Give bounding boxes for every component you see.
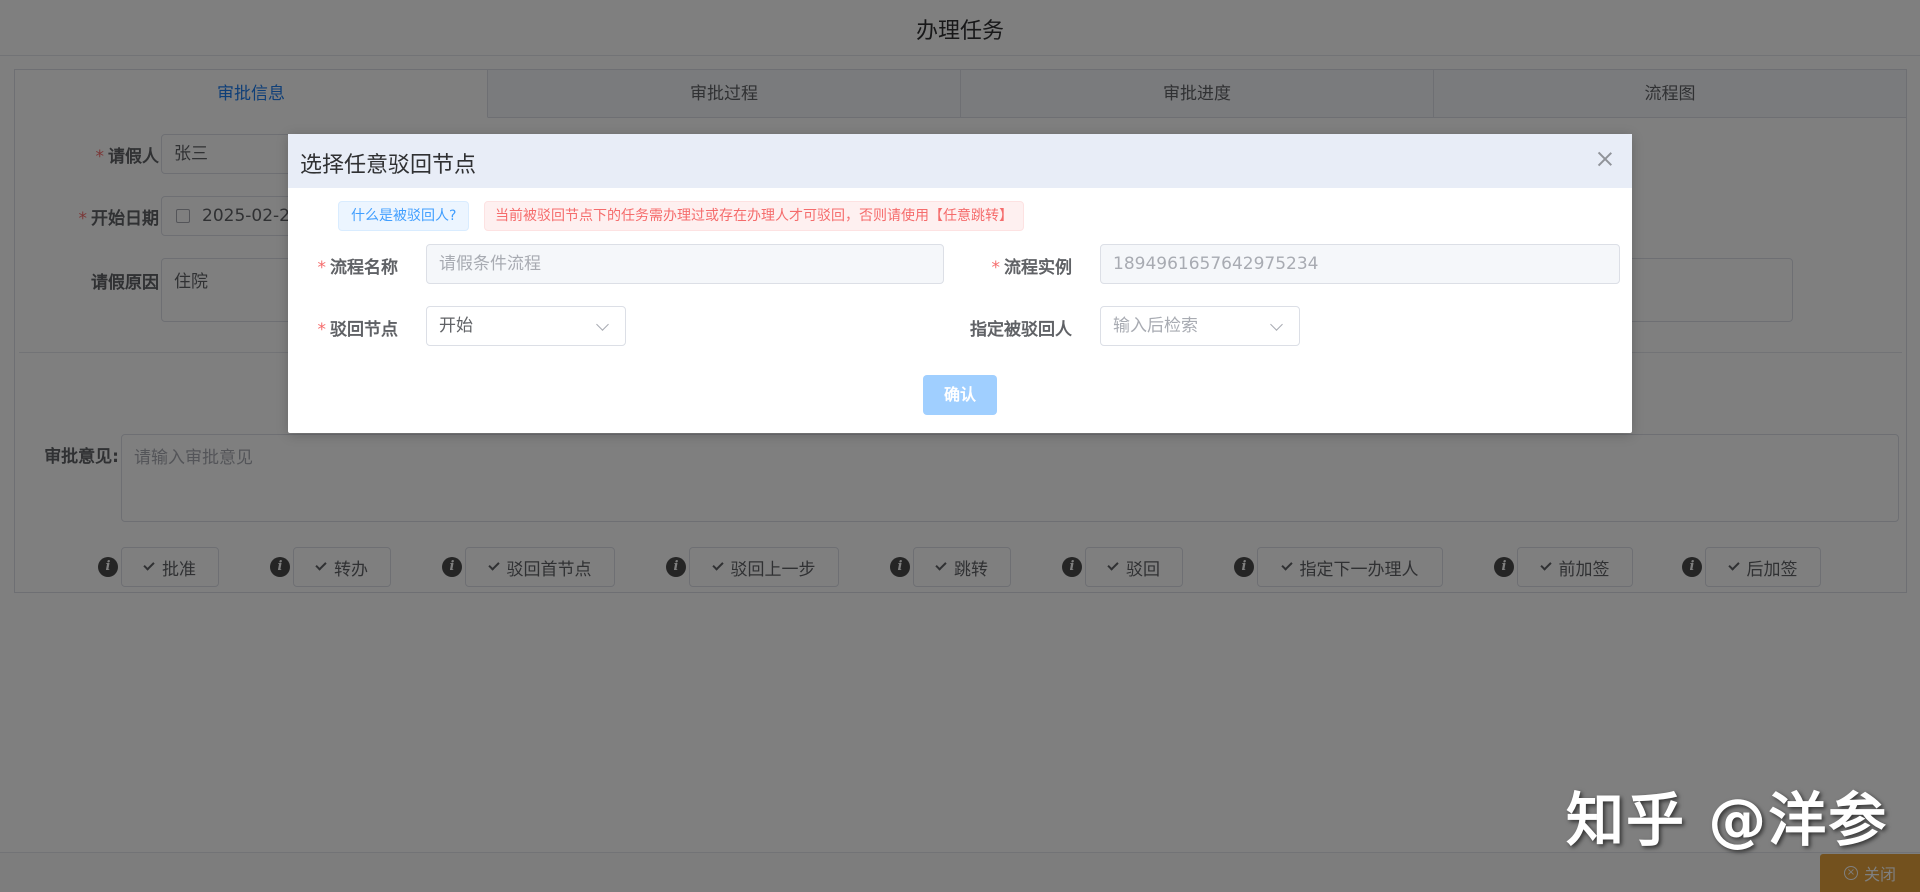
process-name-label: * 流程名称 [317, 258, 399, 278]
assignee-select[interactable]: 输入后检索 [1100, 306, 1300, 346]
close-icon[interactable] [1596, 150, 1614, 168]
dialog-header: 选择任意驳回节点 [288, 134, 1632, 188]
info-tag[interactable]: 什么是被驳回人? [338, 201, 470, 231]
reject-node-select[interactable]: 开始 [426, 306, 626, 346]
reject-node-dialog: 选择任意驳回节点 什么是被驳回人? 当前被驳回节点下的任务需办理过或存在办理人才… [288, 134, 1632, 433]
process-name-input[interactable]: 请假条件流程 [426, 244, 944, 284]
chevron-down-icon [1270, 318, 1283, 331]
watermark: 知乎 @洋参 [1566, 786, 1889, 854]
assignee-label: 指定被驳回人 [970, 320, 1072, 340]
warning-tag: 当前被驳回节点下的任务需办理过或存在办理人才可驳回，否则请使用【任意跳转】 [484, 201, 1024, 231]
confirm-button[interactable]: 确认 [923, 375, 997, 415]
process-instance-label: * 流程实例 [991, 258, 1073, 278]
reject-node-label: * 驳回节点 [317, 320, 399, 340]
chevron-down-icon [596, 318, 609, 331]
process-instance-input[interactable]: 1894961657642975234 [1100, 244, 1620, 284]
dialog-title: 选择任意驳回节点 [300, 153, 477, 178]
